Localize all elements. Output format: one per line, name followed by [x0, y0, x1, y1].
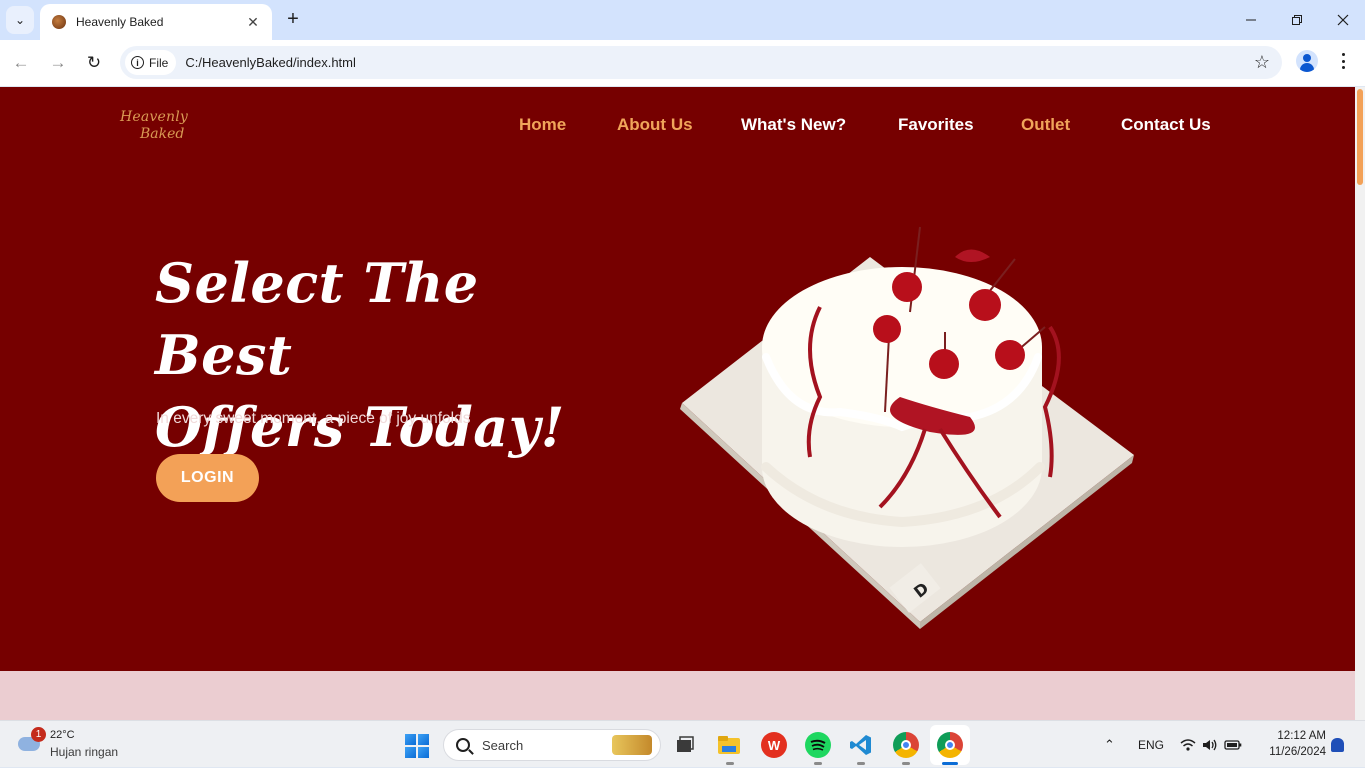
logo-text-line2: Baked	[140, 126, 185, 142]
nav-whats-new[interactable]: What's New?	[741, 115, 846, 135]
chrome-icon	[945, 740, 955, 750]
weather-widget[interactable]: 1 22°C Hujan ringan	[16, 727, 146, 763]
windows-logo-icon	[405, 747, 416, 758]
file-explorer-icon	[718, 736, 740, 754]
site-logo[interactable]: Heavenly Baked	[120, 109, 200, 151]
vscode-button[interactable]	[848, 732, 874, 758]
tab-title: Heavenly Baked	[76, 15, 164, 29]
chrome-button[interactable]	[937, 732, 963, 758]
task-view-icon	[677, 736, 694, 752]
page-scrollbar[interactable]	[1355, 87, 1365, 720]
scrollbar-thumb[interactable]	[1357, 89, 1363, 185]
weather-temperature: 22°C	[50, 729, 75, 741]
cake-image: D	[680, 226, 1134, 629]
arrow-right-icon: →	[49, 53, 67, 72]
system-clock[interactable]: 12:12 AM 11/26/2024	[1256, 728, 1326, 760]
windows-logo-icon	[405, 734, 416, 745]
battery-icon	[1224, 739, 1242, 750]
chevron-up-icon: ⌃	[1104, 736, 1115, 752]
logo-text-line1: Heavenly	[120, 109, 189, 125]
arrow-left-icon: ←	[12, 53, 30, 72]
restore-icon	[1292, 15, 1302, 25]
search-icon	[456, 738, 470, 752]
running-indicator	[902, 762, 910, 765]
reload-icon: ↻	[86, 53, 102, 72]
ribbon-top	[955, 249, 990, 262]
new-tab-button[interactable]: +	[282, 8, 304, 30]
close-tab-icon[interactable]: ✕	[244, 14, 262, 31]
tab-search-button[interactable]: ⌄	[6, 6, 34, 34]
wps-office-button[interactable]: W	[761, 732, 787, 758]
bookmark-star-icon[interactable]: ☆	[1254, 52, 1270, 73]
spotify-icon	[810, 739, 826, 751]
address-bar[interactable]: i File C:/HeavenlyBaked/index.html ☆	[120, 46, 1282, 79]
menu-dot-icon	[1341, 66, 1345, 69]
forward-button[interactable]: →	[45, 50, 71, 76]
volume-icon	[1203, 739, 1217, 750]
nav-home[interactable]: Home	[519, 115, 566, 135]
notification-bell-icon[interactable]	[1331, 738, 1344, 752]
clock-time: 12:12 AM	[1277, 730, 1326, 742]
windows-logo-icon	[418, 747, 429, 758]
spotify-button[interactable]	[805, 732, 831, 758]
vscode-icon	[850, 735, 871, 755]
site-info-label: File	[149, 55, 169, 70]
hero-headline: Select The Best Offers Today!	[155, 247, 575, 463]
nav-favorites[interactable]: Favorites	[898, 115, 974, 135]
nav-outlet[interactable]: Outlet	[1021, 115, 1070, 135]
info-icon: i	[131, 56, 144, 69]
taskbar-search-box[interactable]: Search	[443, 729, 661, 761]
site-info-chip[interactable]: i File	[125, 50, 177, 75]
windows-logo-icon	[418, 734, 429, 745]
language-indicator[interactable]: ENG	[1138, 721, 1164, 768]
browser-toolbar: ← → ↻ i File C:/HeavenlyBaked/index.html…	[0, 40, 1365, 86]
minimize-button[interactable]	[1228, 0, 1274, 40]
headline-line1: Select The Best	[155, 251, 479, 387]
running-indicator	[726, 762, 734, 765]
quick-settings-button[interactable]	[1180, 721, 1242, 768]
windows-taskbar: 1 22°C Hujan ringan Search W ⌃ ENG 12:12…	[0, 720, 1365, 767]
profile-avatar-button[interactable]	[1296, 50, 1318, 72]
nav-about-us[interactable]: About Us	[617, 115, 693, 135]
profile-icon	[1303, 54, 1311, 62]
show-hidden-icons-button[interactable]: ⌃	[1104, 721, 1115, 768]
url-text[interactable]: C:/HeavenlyBaked/index.html	[185, 55, 356, 70]
hero-subtitle: In every sweet moment, a piece of joy un…	[156, 410, 471, 427]
menu-dot-icon	[1341, 59, 1345, 63]
page-viewport: Heavenly Baked Home About Us What's New?…	[0, 87, 1355, 720]
browser-tab-bar: ⌄ Heavenly Baked ✕ +	[0, 0, 1365, 40]
profile-icon-body	[1300, 63, 1314, 72]
search-highlight-image	[612, 735, 652, 755]
nav-contact-us[interactable]: Contact Us	[1121, 115, 1211, 135]
minimize-icon	[1246, 19, 1256, 21]
weather-condition: Hujan ringan	[50, 745, 119, 759]
restore-button[interactable]	[1274, 0, 1320, 40]
running-indicator	[814, 762, 822, 765]
site-favicon-icon	[52, 15, 66, 29]
language-label: ENG	[1138, 737, 1165, 752]
wifi-icon	[1180, 738, 1196, 751]
search-placeholder: Search	[482, 737, 524, 753]
start-button[interactable]	[405, 734, 429, 758]
task-view-button[interactable]	[672, 732, 698, 758]
file-explorer-button[interactable]	[716, 732, 742, 758]
reload-button[interactable]: ↻	[81, 50, 107, 76]
browser-menu-button[interactable]	[1336, 51, 1350, 71]
back-button[interactable]: ←	[8, 50, 34, 76]
active-indicator	[942, 762, 958, 765]
wps-office-icon: W	[767, 737, 781, 753]
chevron-down-icon: ⌄	[14, 13, 26, 27]
login-button[interactable]: LOGIN	[156, 454, 259, 502]
notification-badge: 1	[31, 727, 46, 742]
close-window-button[interactable]	[1320, 0, 1365, 40]
running-indicator	[857, 762, 865, 765]
chrome-profile-button[interactable]	[893, 732, 919, 758]
close-icon	[1337, 14, 1349, 26]
menu-dot-icon	[1341, 53, 1345, 56]
chrome-profile-icon	[901, 740, 911, 750]
hero-section: Heavenly Baked Home About Us What's New?…	[0, 87, 1355, 671]
browser-tab-active[interactable]: Heavenly Baked ✕	[40, 4, 272, 40]
clock-date: 11/26/2024	[1269, 746, 1326, 758]
